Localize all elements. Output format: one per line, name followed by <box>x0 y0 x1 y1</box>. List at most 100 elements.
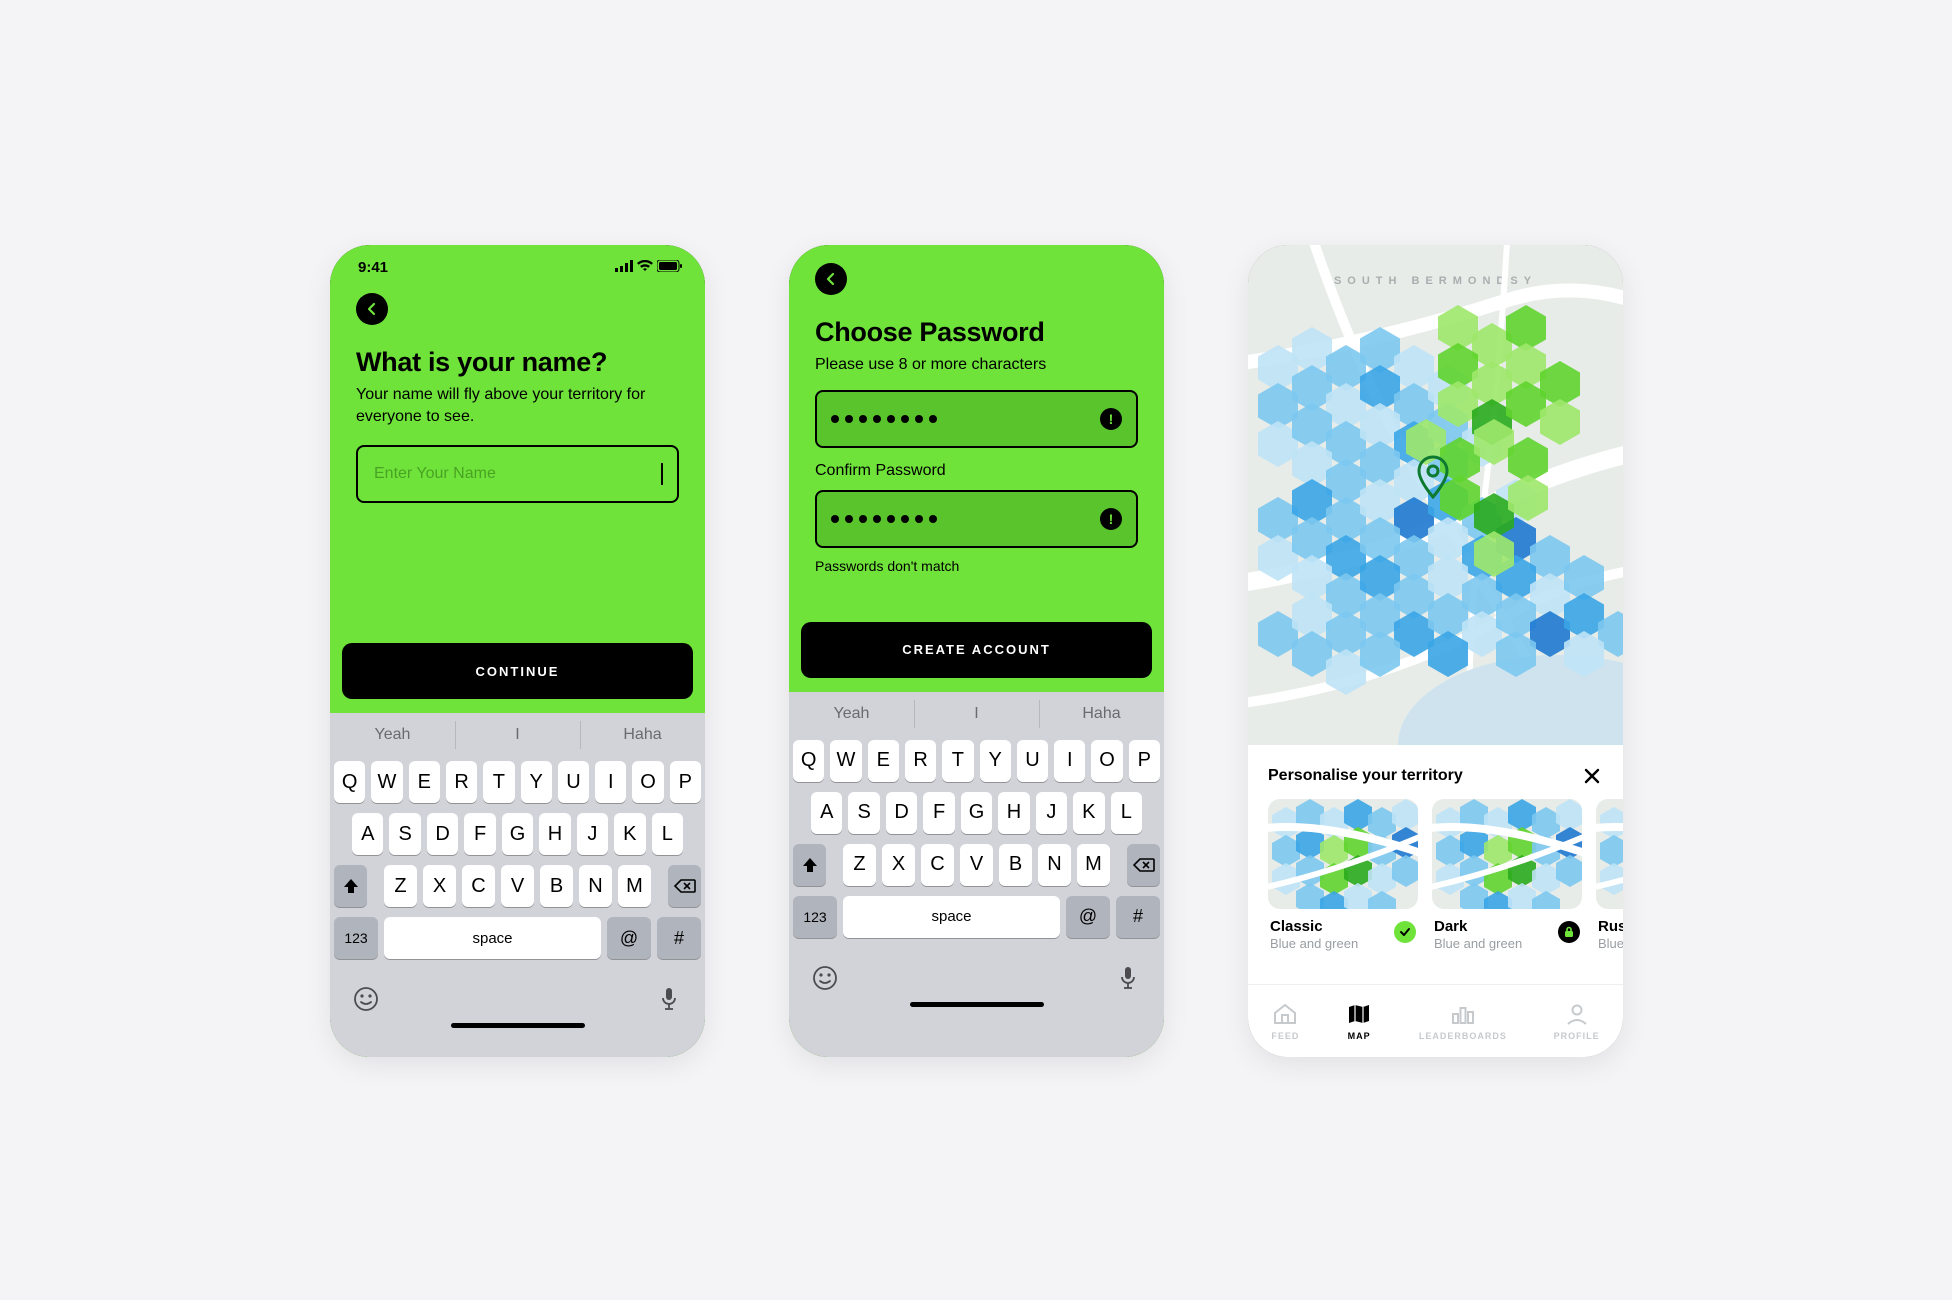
hash-key[interactable]: # <box>1116 896 1160 938</box>
key-k[interactable]: K <box>1073 792 1104 834</box>
key-z[interactable]: Z <box>843 844 876 886</box>
key-m[interactable]: M <box>1077 844 1110 886</box>
key-m[interactable]: M <box>618 865 651 907</box>
key-s[interactable]: S <box>848 792 879 834</box>
key-v[interactable]: V <box>960 844 993 886</box>
numbers-key[interactable]: 123 <box>793 896 837 938</box>
back-button[interactable] <box>815 263 847 295</box>
status-time: 9:41 <box>358 259 388 276</box>
key-b[interactable]: B <box>540 865 573 907</box>
key-t[interactable]: T <box>942 740 973 782</box>
key-w[interactable]: W <box>830 740 861 782</box>
home-indicator[interactable] <box>451 1023 585 1028</box>
map-view[interactable]: SOUTH BERMONDSY <box>1248 245 1623 745</box>
theme-desc: Blue and green <box>1434 936 1522 951</box>
key-l[interactable]: L <box>1111 792 1142 834</box>
key-i[interactable]: I <box>595 761 626 803</box>
key-y[interactable]: Y <box>521 761 552 803</box>
suggestion[interactable]: Yeah <box>789 692 914 736</box>
key-c[interactable]: C <box>462 865 495 907</box>
key-g[interactable]: G <box>961 792 992 834</box>
key-x[interactable]: X <box>423 865 456 907</box>
suggestion[interactable]: I <box>914 692 1039 736</box>
key-k[interactable]: K <box>614 813 645 855</box>
key-w[interactable]: W <box>371 761 402 803</box>
key-d[interactable]: D <box>886 792 917 834</box>
suggestion[interactable]: I <box>455 713 580 757</box>
key-r[interactable]: R <box>905 740 936 782</box>
key-p[interactable]: P <box>670 761 701 803</box>
create-account-button[interactable]: CREATE ACCOUNT <box>801 622 1152 678</box>
key-f[interactable]: F <box>923 792 954 834</box>
tab-feed[interactable]: FEED <box>1271 1002 1299 1041</box>
key-z[interactable]: Z <box>384 865 417 907</box>
keyboard[interactable]: YeahIHaha QWERTYUIOP ASDFGHJKL ZXCVBNM 1… <box>789 692 1164 1057</box>
theme-card-rust[interactable]: RustBlue a <box>1596 799 1623 951</box>
space-key[interactable]: space <box>843 896 1060 938</box>
key-j[interactable]: J <box>577 813 608 855</box>
key-l[interactable]: L <box>652 813 683 855</box>
key-n[interactable]: N <box>579 865 612 907</box>
page-subtitle: Please use 8 or more characters <box>815 354 1115 376</box>
key-u[interactable]: U <box>1017 740 1048 782</box>
numbers-key[interactable]: 123 <box>334 917 378 959</box>
key-a[interactable]: A <box>352 813 383 855</box>
password-field[interactable]: ! <box>815 390 1138 448</box>
key-e[interactable]: E <box>868 740 899 782</box>
key-q[interactable]: Q <box>334 761 365 803</box>
key-g[interactable]: G <box>502 813 533 855</box>
backspace-key[interactable] <box>1127 844 1160 886</box>
suggestion[interactable]: Haha <box>580 713 705 757</box>
emoji-button[interactable] <box>811 964 839 992</box>
emoji-button[interactable] <box>352 985 380 1013</box>
key-b[interactable]: B <box>999 844 1032 886</box>
key-e[interactable]: E <box>409 761 440 803</box>
continue-button[interactable]: CONTINUE <box>342 643 693 699</box>
key-q[interactable]: Q <box>793 740 824 782</box>
key-x[interactable]: X <box>882 844 915 886</box>
key-f[interactable]: F <box>464 813 495 855</box>
suggestion[interactable]: Yeah <box>330 713 455 757</box>
name-field[interactable] <box>356 445 679 503</box>
key-y[interactable]: Y <box>980 740 1011 782</box>
key-j[interactable]: J <box>1036 792 1067 834</box>
theme-card-dark[interactable]: DarkBlue and green <box>1432 799 1582 951</box>
close-button[interactable] <box>1581 765 1603 787</box>
name-input[interactable] <box>372 464 659 484</box>
key-u[interactable]: U <box>558 761 589 803</box>
key-i[interactable]: I <box>1054 740 1085 782</box>
theme-card-classic[interactable]: ClassicBlue and green <box>1268 799 1418 951</box>
suggestion[interactable]: Haha <box>1039 692 1164 736</box>
key-t[interactable]: T <box>483 761 514 803</box>
shift-key[interactable] <box>793 844 826 886</box>
space-key[interactable]: space <box>384 917 601 959</box>
confirm-password-field[interactable]: ! <box>815 490 1138 548</box>
shift-key[interactable] <box>334 865 367 907</box>
tab-profile[interactable]: PROFILE <box>1554 1002 1600 1041</box>
key-n[interactable]: N <box>1038 844 1071 886</box>
key-h[interactable]: H <box>998 792 1029 834</box>
key-r[interactable]: R <box>446 761 477 803</box>
theme-desc: Blue and green <box>1270 936 1358 951</box>
dictation-button[interactable] <box>655 985 683 1013</box>
home-indicator[interactable] <box>910 1002 1044 1007</box>
tab-leaderboards[interactable]: LEADERBOARDS <box>1419 1002 1507 1041</box>
key-h[interactable]: H <box>539 813 570 855</box>
back-button[interactable] <box>356 293 388 325</box>
key-v[interactable]: V <box>501 865 534 907</box>
key-o[interactable]: O <box>1091 740 1122 782</box>
tab-map[interactable]: MAP <box>1346 1002 1372 1041</box>
dictation-button[interactable] <box>1114 964 1142 992</box>
hash-key[interactable]: # <box>657 917 701 959</box>
key-c[interactable]: C <box>921 844 954 886</box>
key-p[interactable]: P <box>1129 740 1160 782</box>
key-s[interactable]: S <box>389 813 420 855</box>
key-a[interactable]: A <box>811 792 842 834</box>
key-o[interactable]: O <box>632 761 663 803</box>
keyboard[interactable]: YeahIHaha QWERTYUIOP ASDFGHJKL ZXCVBNM 1… <box>330 713 705 1057</box>
backspace-key[interactable] <box>668 865 701 907</box>
at-key[interactable]: @ <box>1066 896 1110 938</box>
at-key[interactable]: @ <box>607 917 651 959</box>
selected-icon <box>1394 921 1416 943</box>
key-d[interactable]: D <box>427 813 458 855</box>
